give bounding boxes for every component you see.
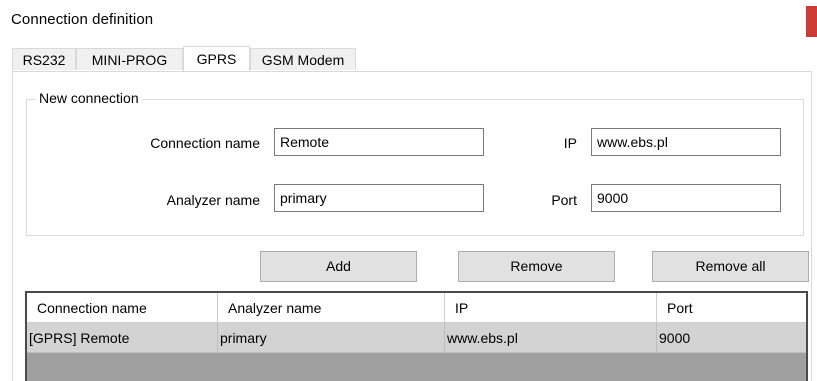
- cell-ip[interactable]: www.ebs.pl: [445, 323, 657, 353]
- connections-table: Connection name Analyzer name IP Port [G…: [25, 291, 808, 381]
- port-input[interactable]: [591, 184, 781, 212]
- analyzer-name-input[interactable]: [274, 184, 484, 212]
- cell-connection-name[interactable]: [GPRS] Remote: [27, 323, 218, 353]
- table-header: Connection name Analyzer name IP Port: [27, 293, 806, 323]
- tab-gprs[interactable]: GPRS: [183, 46, 250, 71]
- ip-input[interactable]: [591, 128, 781, 156]
- column-header-analyzer-name[interactable]: Analyzer name: [218, 293, 445, 323]
- new-connection-group-label: New connection: [36, 90, 142, 106]
- column-header-port[interactable]: Port: [657, 293, 806, 323]
- column-header-connection-name[interactable]: Connection name: [27, 293, 218, 323]
- tab-gsm-modem[interactable]: GSM Modem: [250, 48, 356, 70]
- ip-label: IP: [563, 135, 577, 151]
- close-icon[interactable]: [806, 6, 817, 37]
- analyzer-name-label: Analyzer name: [166, 192, 260, 208]
- port-label: Port: [551, 192, 577, 208]
- connection-name-input[interactable]: [274, 128, 484, 156]
- table-row[interactable]: [GPRS] Remote primary www.ebs.pl 9000: [27, 323, 806, 353]
- tab-mini-prog[interactable]: MINI-PROG: [76, 48, 183, 70]
- column-header-ip[interactable]: IP: [445, 293, 657, 323]
- remove-button[interactable]: Remove: [458, 251, 615, 282]
- tab-rs232[interactable]: RS232: [12, 48, 76, 70]
- cell-analyzer-name[interactable]: primary: [218, 323, 445, 353]
- window-title: Connection definition: [11, 11, 154, 28]
- add-button[interactable]: Add: [260, 251, 417, 282]
- new-connection-group: [26, 99, 804, 236]
- remove-all-button[interactable]: Remove all: [652, 251, 809, 282]
- cell-port[interactable]: 9000: [657, 323, 806, 353]
- connection-name-label: Connection name: [150, 135, 260, 151]
